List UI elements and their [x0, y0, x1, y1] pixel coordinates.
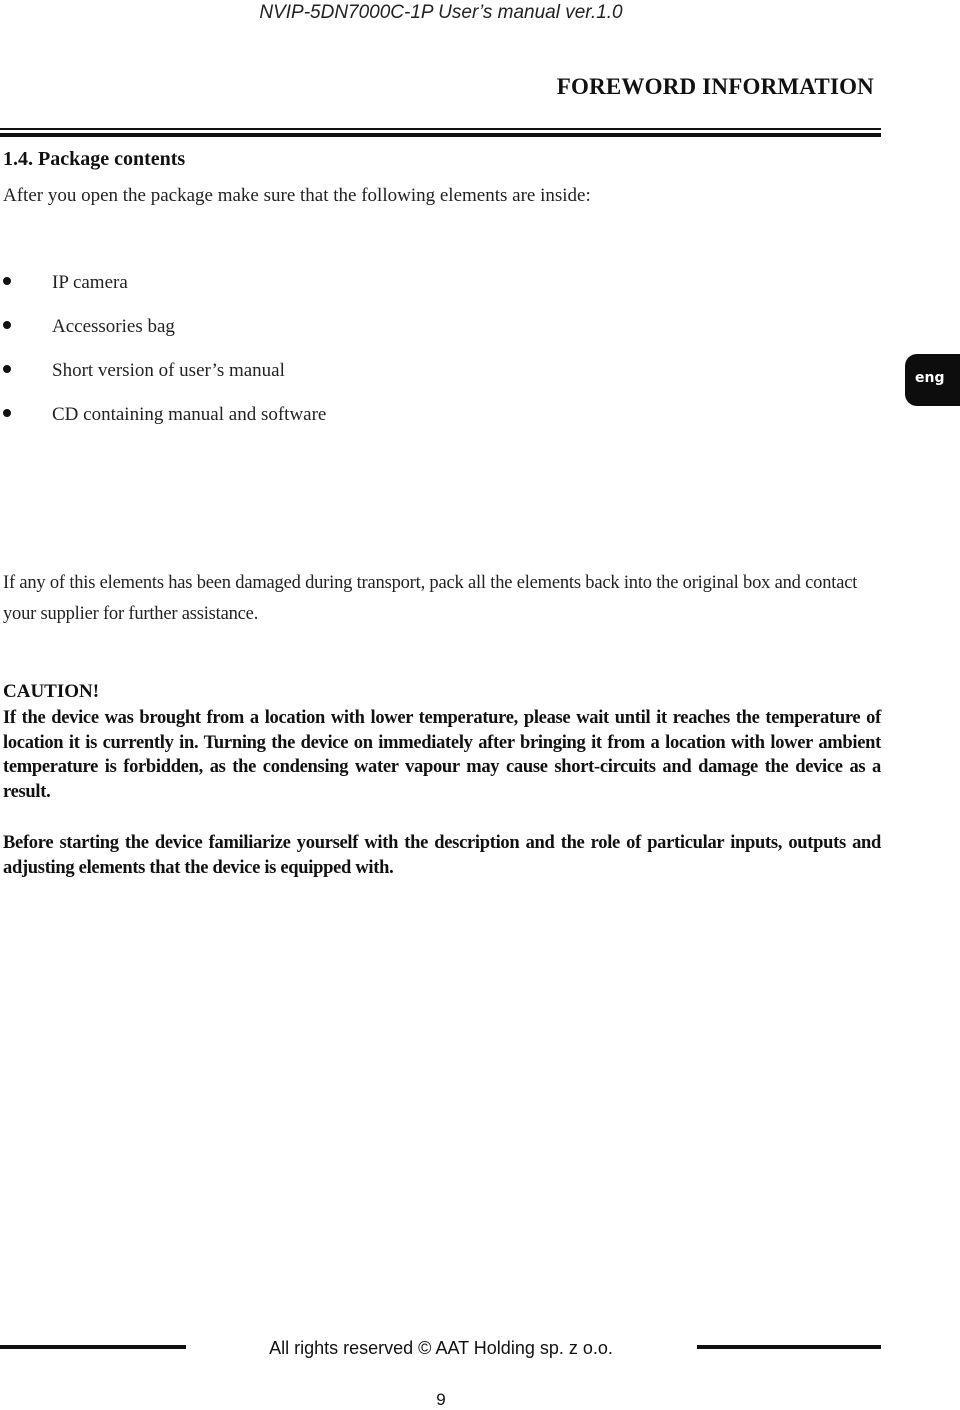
language-tab: eng	[905, 354, 960, 406]
header-rule-thick	[0, 133, 881, 137]
bullet-icon	[3, 321, 11, 329]
section-heading: 1.4. Package contents	[3, 148, 186, 170]
intro-text: After you open the package make sure tha…	[3, 185, 591, 206]
before-starting-note: Before starting the device familiarize y…	[3, 833, 881, 878]
language-tab-label: eng	[915, 370, 945, 386]
running-header: NVIP-5DN7000C-1P User’s manual ver.1.0	[259, 2, 623, 23]
caution-title: CAUTION!	[3, 681, 100, 702]
damage-note: If any of this elements has been damaged…	[3, 573, 858, 624]
bullet-icon	[3, 409, 11, 417]
footer-copyright: All rights reserved © AAT Holding sp. z …	[269, 1338, 613, 1358]
caution-text: If the device was brought from a locatio…	[3, 708, 881, 802]
page-number: 9	[436, 1390, 446, 1409]
list-item-label: Accessories bag	[52, 316, 175, 337]
list-item-label: Short version of user’s manual	[52, 360, 285, 381]
chapter-title: FOREWORD INFORMATION	[556, 74, 874, 99]
bullet-icon	[3, 365, 11, 373]
bullet-icon	[3, 277, 11, 285]
list-item-label: CD containing manual and software	[52, 404, 327, 425]
list-item-label: IP camera	[52, 272, 128, 293]
header-rule-thin	[0, 128, 881, 130]
